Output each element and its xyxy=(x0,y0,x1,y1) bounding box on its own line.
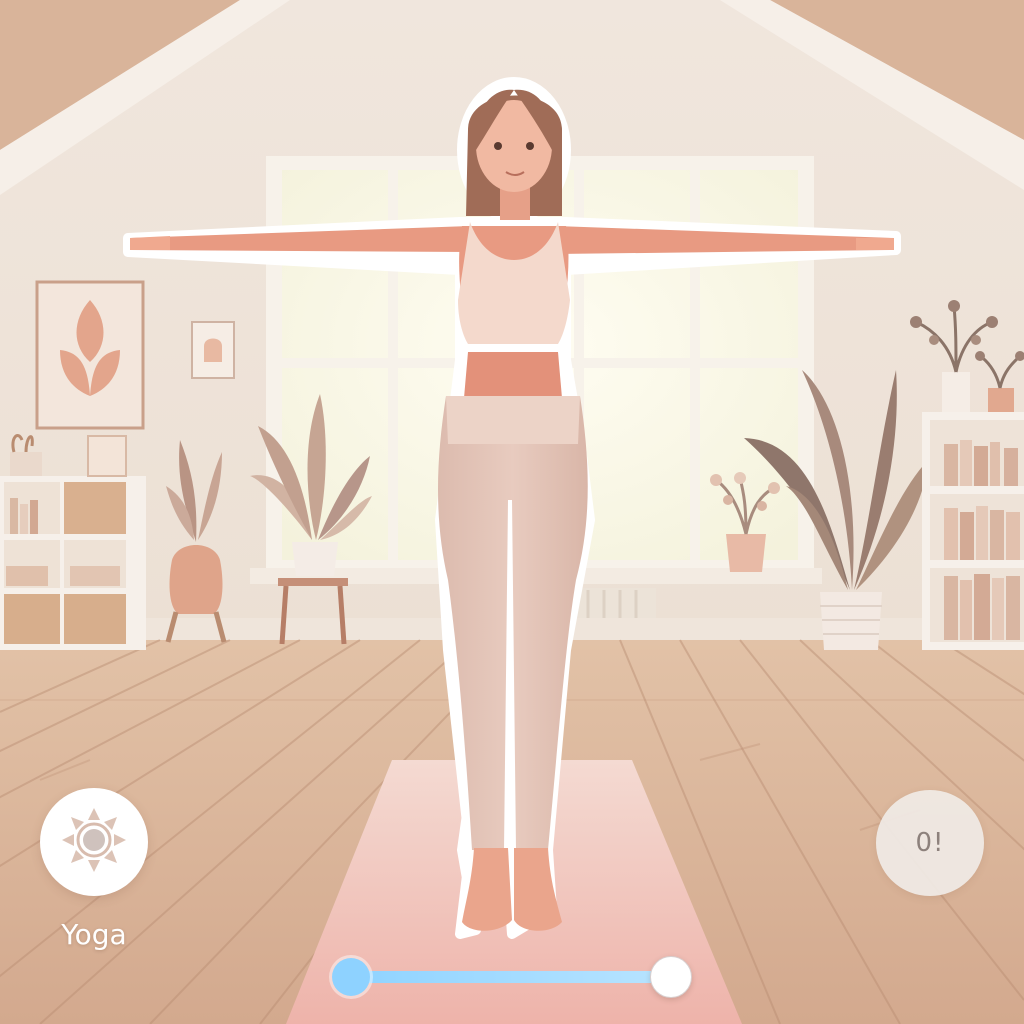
sun-icon xyxy=(58,804,130,881)
room-illustration xyxy=(0,0,1024,1024)
yoga-app-button[interactable] xyxy=(40,788,148,896)
progress-handle[interactable] xyxy=(650,956,692,998)
progress-slider[interactable] xyxy=(332,956,694,998)
progress-start-knob xyxy=(332,958,370,996)
app-label: Yoga xyxy=(61,918,127,951)
progress-fill xyxy=(352,971,672,983)
wall-art-leaf xyxy=(35,280,145,430)
yoga-scene: Yoga 0! xyxy=(0,0,1024,1024)
counter-text: 0! xyxy=(915,828,945,858)
wall-art-small xyxy=(191,321,235,379)
counter-button[interactable]: 0! xyxy=(876,790,984,896)
